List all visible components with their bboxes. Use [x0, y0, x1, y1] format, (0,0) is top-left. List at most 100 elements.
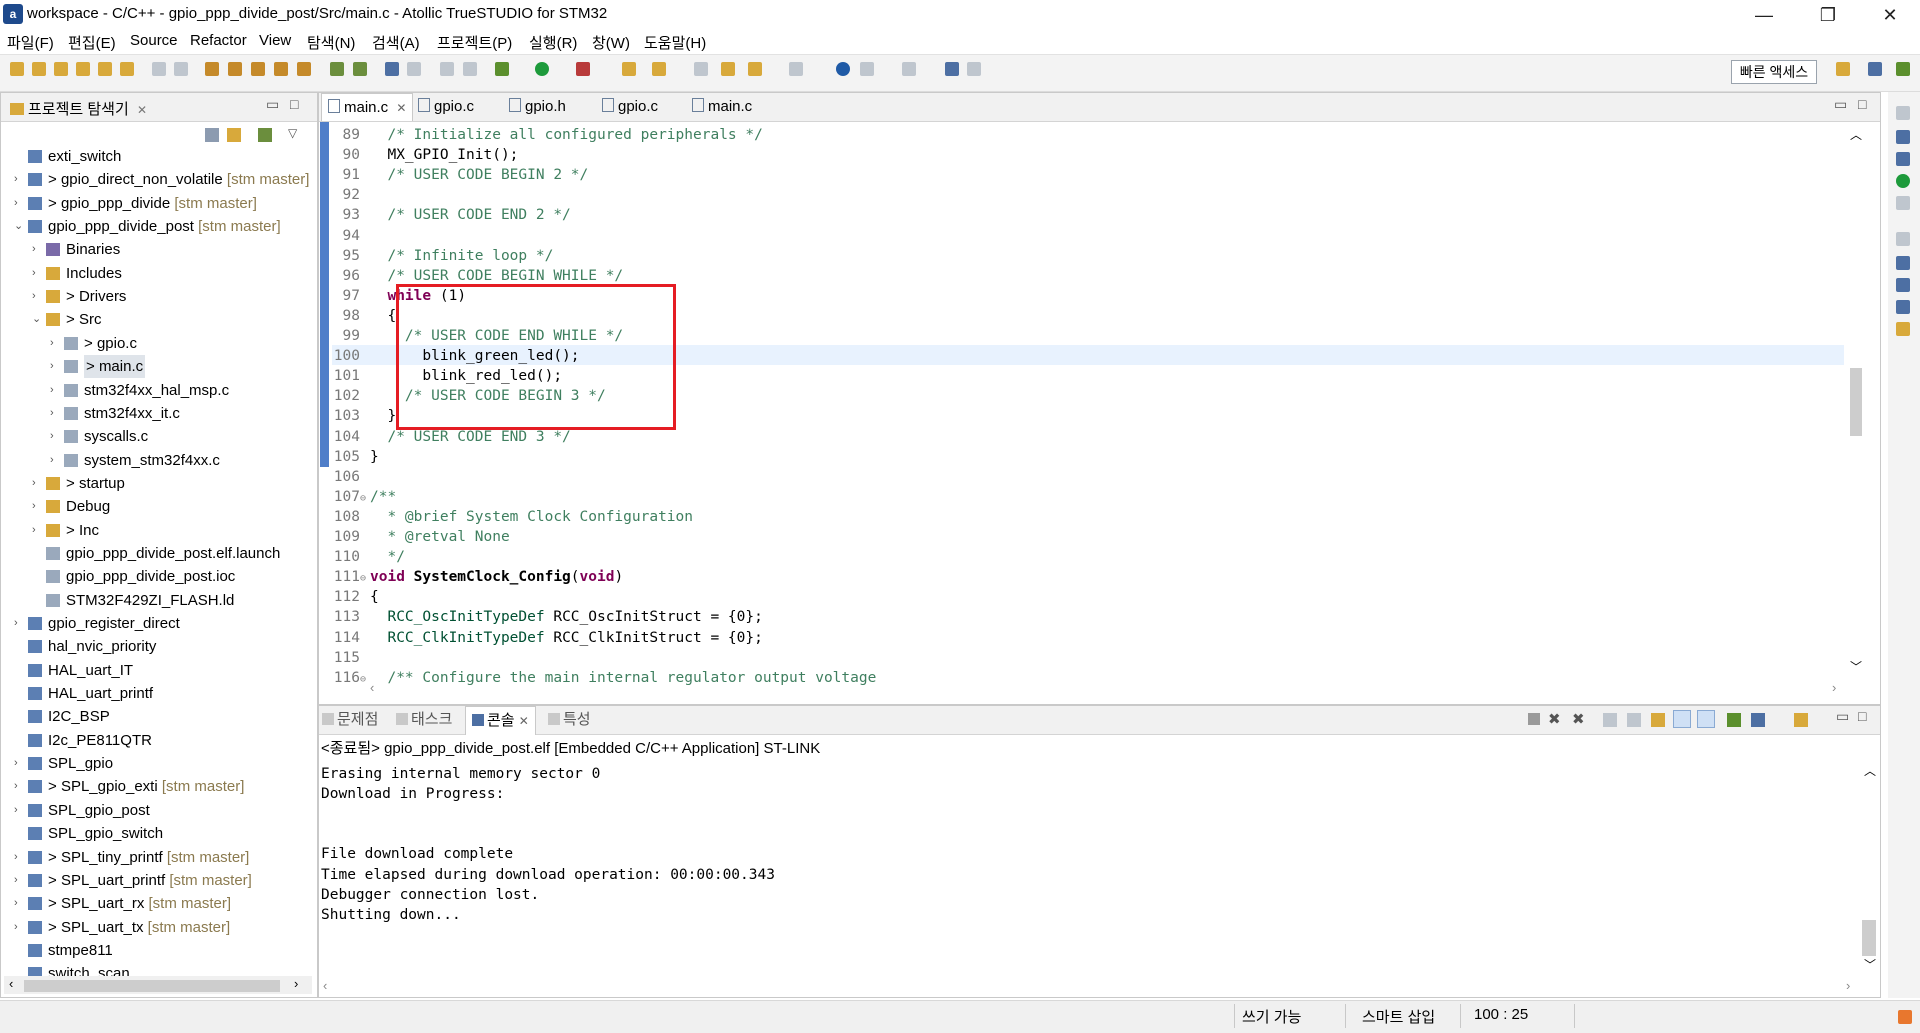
- tree-item[interactable]: › > SPL_gpio_exti [stm master]: [0, 775, 316, 798]
- annotation-icon[interactable]: [694, 62, 708, 76]
- rebuild-icon[interactable]: [251, 62, 265, 76]
- code-line[interactable]: 115: [330, 648, 370, 668]
- menu-help[interactable]: 도움말(H): [644, 32, 706, 53]
- tools-icon[interactable]: [353, 62, 367, 76]
- scroll-down-icon[interactable]: ﹀: [1850, 658, 1862, 675]
- tree-item[interactable]: exti_switch: [0, 145, 316, 168]
- chevron-right-icon[interactable]: ›: [14, 846, 24, 869]
- forward-icon[interactable]: [789, 62, 803, 76]
- new-class-icon[interactable]: [98, 62, 112, 76]
- scroll-up-icon[interactable]: ︿: [1850, 126, 1862, 143]
- tree-item[interactable]: HAL_uart_printf: [0, 682, 316, 705]
- menu-edit[interactable]: 편집(E): [68, 32, 116, 53]
- tree-item[interactable]: › syscalls.c: [0, 425, 316, 448]
- menu-source[interactable]: Source: [130, 32, 178, 49]
- pin-console-icon[interactable]: [1727, 713, 1741, 727]
- tree-item[interactable]: stmpe811: [0, 939, 316, 962]
- skip-breakpoints-icon[interactable]: [407, 62, 421, 76]
- cpp-perspective-icon[interactable]: [1868, 62, 1882, 76]
- chevron-right-icon[interactable]: ›: [50, 449, 60, 472]
- menu-window[interactable]: 창(W): [592, 32, 630, 53]
- info-icon[interactable]: [836, 62, 850, 76]
- static-analysis-icon[interactable]: [1896, 174, 1910, 188]
- new-source-icon[interactable]: [54, 62, 68, 76]
- editor-minimize-icon[interactable]: ▭: [1834, 96, 1847, 113]
- tree-item[interactable]: › SPL_gpio: [0, 752, 316, 775]
- tree-item[interactable]: STM32F429ZI_FLASH.ld: [0, 589, 316, 612]
- show-on-error-icon[interactable]: [1697, 710, 1715, 728]
- close-button[interactable]: ✕: [1862, 0, 1918, 30]
- close-tab-icon[interactable]: ✕: [396, 101, 406, 115]
- show-on-output-icon[interactable]: [1673, 710, 1691, 728]
- chevron-right-icon[interactable]: ›: [32, 472, 42, 495]
- chevron-right-icon[interactable]: ›: [14, 869, 24, 892]
- remove-launch-icon[interactable]: ✖: [1548, 710, 1561, 728]
- code-line[interactable]: 89 /* Initialize all configured peripher…: [330, 125, 763, 145]
- menu-run[interactable]: 실행(R): [529, 32, 577, 53]
- chevron-right-icon[interactable]: ›: [32, 285, 42, 308]
- tab-gpio-h[interactable]: gpio.h: [503, 93, 572, 121]
- maximize-view-icon[interactable]: [945, 62, 959, 76]
- chevron-right-icon[interactable]: ›: [14, 916, 24, 939]
- scroll-left-icon[interactable]: ‹: [9, 976, 13, 991]
- build-icon[interactable]: [205, 62, 219, 76]
- code-line[interactable]: 111⊖ void SystemClock_Config(void): [330, 567, 623, 587]
- rss-icon[interactable]: [1898, 1010, 1912, 1024]
- tab-main-c-2[interactable]: main.c: [686, 93, 758, 121]
- chevron-right-icon[interactable]: ›: [32, 262, 42, 285]
- external-tools-icon[interactable]: [576, 62, 590, 76]
- chevron-right-icon[interactable]: ›: [14, 612, 24, 635]
- registers-icon[interactable]: [1896, 256, 1910, 270]
- debug-icon[interactable]: [495, 62, 509, 76]
- build-all-icon[interactable]: [228, 62, 242, 76]
- outline-icon[interactable]: [1896, 130, 1910, 144]
- clean-icon[interactable]: [274, 62, 288, 76]
- code-line[interactable]: 113 RCC_OscInitTypeDef RCC_OscInitStruct…: [330, 607, 763, 627]
- tree-item[interactable]: HAL_uart_IT: [0, 659, 316, 682]
- open-console-icon[interactable]: [1794, 713, 1808, 727]
- tree-item[interactable]: I2c_PE811QTR: [0, 729, 316, 752]
- code-line[interactable]: 93 /* USER CODE END 2 */: [330, 205, 571, 225]
- terminate-icon[interactable]: [1528, 713, 1540, 725]
- code-line[interactable]: 114 RCC_ClkInitTypeDef RCC_ClkInitStruct…: [330, 628, 763, 648]
- tree-item[interactable]: › SPL_gpio_post: [0, 799, 316, 822]
- code-line[interactable]: 96 /* USER CODE BEGIN WHILE */: [330, 266, 624, 286]
- console-hscroll-right-icon[interactable]: ›: [1846, 978, 1850, 993]
- format-icon[interactable]: [463, 62, 477, 76]
- tab-main-c[interactable]: main.c ✕: [321, 93, 414, 121]
- code-line[interactable]: 103 }: [330, 406, 396, 426]
- word-wrap-icon[interactable]: [1651, 713, 1665, 727]
- tab-gpio-c-2[interactable]: gpio.c: [596, 93, 664, 121]
- tree-item[interactable]: SPL_gpio_switch: [0, 822, 316, 845]
- clear-console-icon[interactable]: [1603, 713, 1617, 727]
- tree-item[interactable]: gpio_ppp_divide_post.elf.launch: [0, 542, 316, 565]
- menu-view[interactable]: View: [259, 32, 291, 49]
- terminal-icon[interactable]: [385, 62, 399, 76]
- remove-all-icon[interactable]: ✖: [1572, 710, 1585, 728]
- tree-item[interactable]: › > main.c: [0, 355, 316, 379]
- code-line[interactable]: 92: [330, 185, 370, 205]
- run-icon[interactable]: [535, 62, 549, 76]
- menu-refactor[interactable]: Refactor: [190, 32, 247, 49]
- fold-toggle-icon[interactable]: ⊖: [360, 569, 370, 589]
- code-line[interactable]: 112 {: [330, 587, 379, 607]
- code-line[interactable]: 94: [330, 226, 370, 246]
- hscroll-left-icon[interactable]: ‹: [370, 680, 374, 695]
- chevron-right-icon[interactable]: ›: [50, 379, 60, 402]
- last-edit-icon[interactable]: [721, 62, 735, 76]
- exit-icon[interactable]: [967, 62, 981, 76]
- code-line[interactable]: 98 {: [330, 306, 397, 326]
- scroll-right-icon[interactable]: ›: [294, 976, 298, 991]
- chevron-right-icon[interactable]: ›: [14, 799, 24, 822]
- tree-item[interactable]: gpio_ppp_divide_post.ioc: [0, 565, 316, 588]
- menu-search[interactable]: 검색(A): [372, 32, 420, 53]
- chevron-right-icon[interactable]: ›: [14, 892, 24, 915]
- tree-item[interactable]: › Binaries: [0, 238, 316, 261]
- menu-project[interactable]: 프로젝트(P): [437, 32, 512, 53]
- console-scroll-up-icon[interactable]: ︿: [1864, 762, 1876, 779]
- memory-icon[interactable]: [1896, 196, 1910, 210]
- tree-item[interactable]: hal_nvic_priority: [0, 635, 316, 658]
- chevron-right-icon[interactable]: ›: [14, 752, 24, 775]
- maximize-icon[interactable]: □: [290, 96, 298, 112]
- tree-item[interactable]: › system_stm32f4xx.c: [0, 449, 316, 472]
